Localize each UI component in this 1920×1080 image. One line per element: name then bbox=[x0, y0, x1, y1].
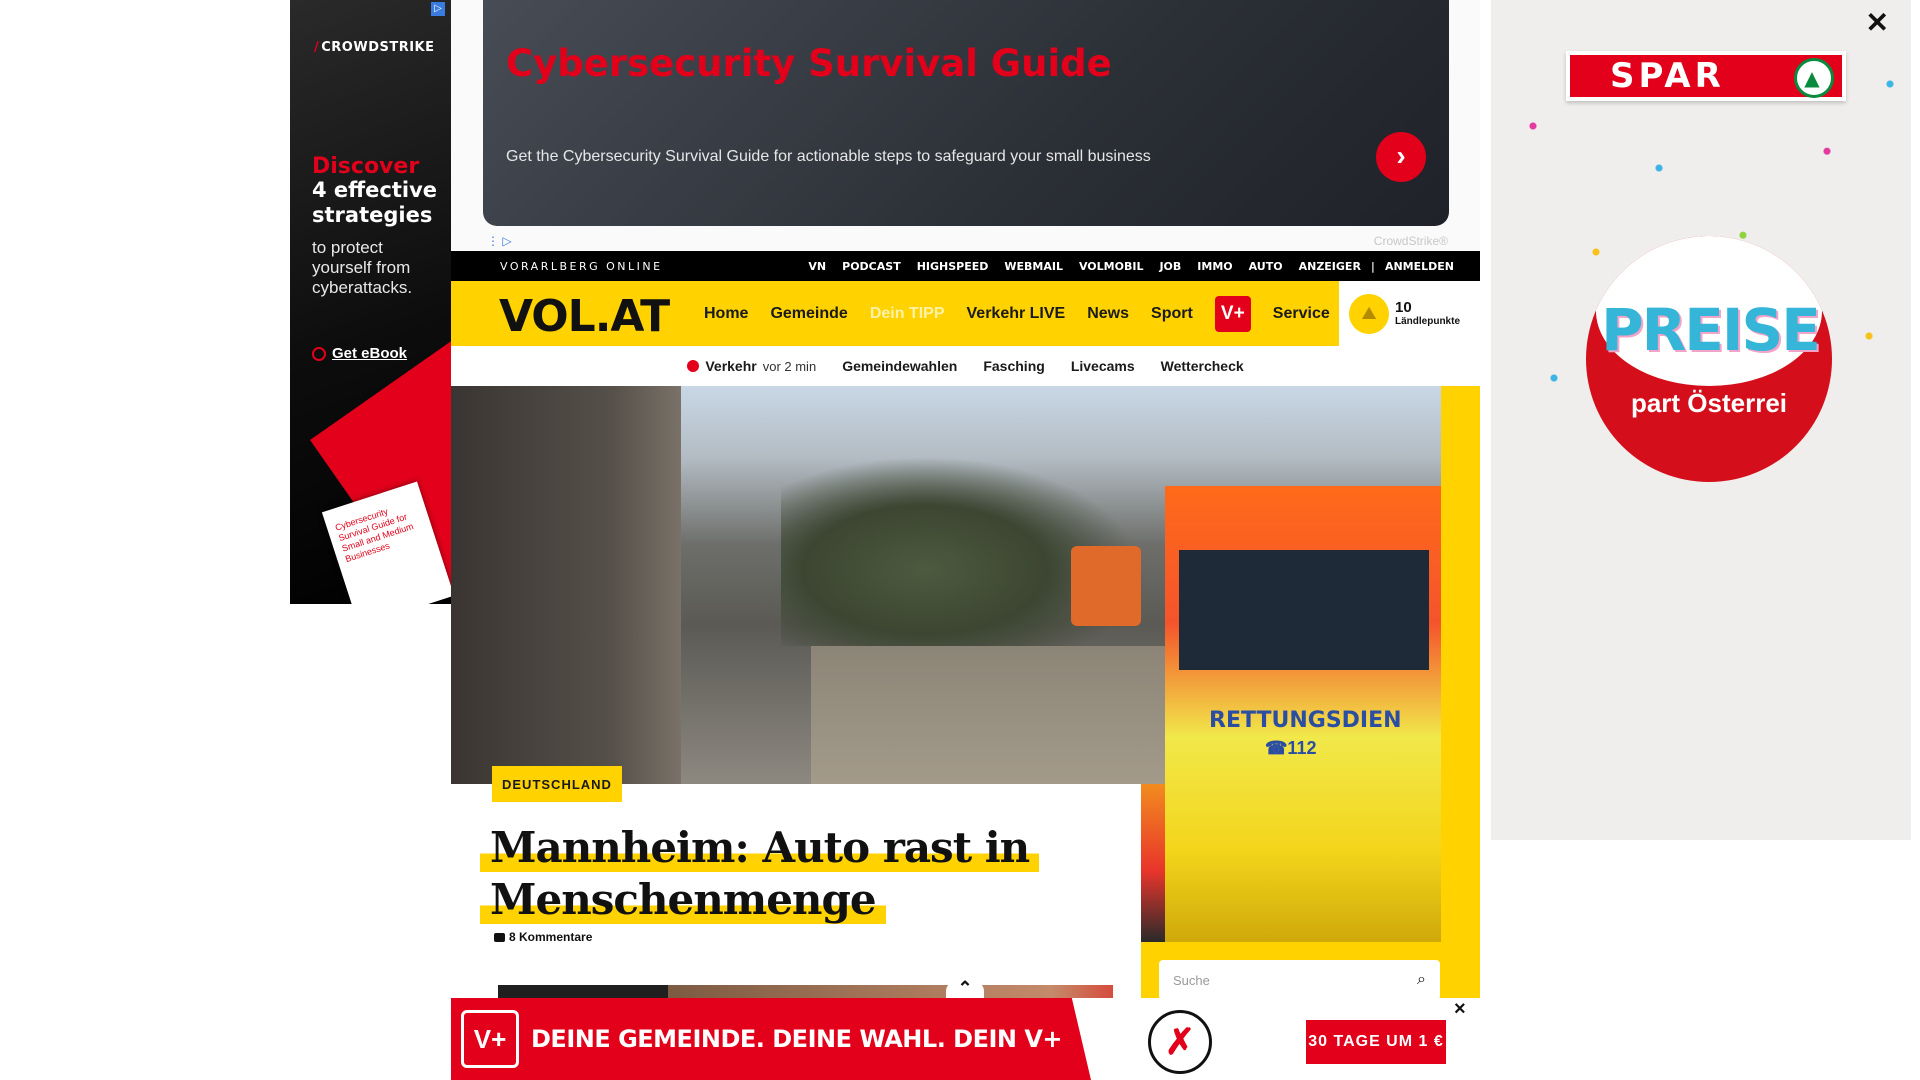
vplus-button[interactable]: V+ bbox=[1214, 295, 1251, 332]
price-disc: PREISE part Österrei bbox=[1586, 236, 1832, 482]
points-value: 10 bbox=[1395, 299, 1412, 316]
nav-home[interactable]: Home bbox=[704, 305, 748, 323]
spar-brand: SPAR bbox=[1610, 56, 1725, 96]
comment-icon bbox=[494, 932, 505, 942]
points-label: Ländlepunkte bbox=[1395, 316, 1461, 327]
close-icon[interactable]: × bbox=[1454, 998, 1466, 1021]
bottom-sticky-ad[interactable]: V+ DEINE GEMEINDE. DEINE WAHL. DEIN V+ ✗… bbox=[451, 998, 1480, 1080]
login-link[interactable]: ANMELDEN bbox=[1385, 260, 1454, 273]
ambulance-number: ☎112 bbox=[1265, 738, 1317, 758]
top-link-webmail[interactable]: WEBMAIL bbox=[1004, 260, 1063, 273]
ad-body: to protect yourself from cyberattacks. bbox=[312, 238, 413, 297]
site-logo[interactable]: VOL.AT bbox=[499, 291, 670, 342]
circle-icon bbox=[312, 346, 326, 361]
live-dot-icon bbox=[687, 360, 700, 372]
crowdstrike-logo: / CROWDSTRIKE bbox=[314, 40, 435, 55]
laendlepunkte-widget[interactable]: ⛰ 10 Ländlepunkte bbox=[1339, 281, 1480, 346]
sub-nav: Verkehr vor 2 min Gemeindewahlen Faschin… bbox=[451, 346, 1480, 386]
nav-verkehr-live[interactable]: Verkehr LIVE bbox=[967, 305, 1066, 323]
ad-title: Cybersecurity Survival Guide bbox=[506, 42, 1112, 85]
headline-line-1: Mannheim: Auto rast in bbox=[480, 823, 1040, 872]
nav-dein-tipp[interactable]: Dein TIPP bbox=[870, 305, 945, 323]
top-link-job[interactable]: JOB bbox=[1159, 260, 1181, 273]
live-label: Verkehr bbox=[705, 358, 757, 374]
left-skyscraper-ad[interactable]: ▷ / CROWDSTRIKE Discover 4 effective stra… bbox=[290, 0, 451, 604]
top-link-volmobil[interactable]: VOLMOBIL bbox=[1079, 260, 1143, 273]
ad-info-icon[interactable]: ⋮ ▷ bbox=[487, 234, 512, 248]
image-tram bbox=[1071, 546, 1141, 626]
top-link-auto[interactable]: AUTO bbox=[1249, 260, 1283, 273]
ad-headline: 4 effective strategies bbox=[312, 178, 438, 227]
comments-count: 8 Kommentare bbox=[509, 930, 593, 944]
ad-advertiser: CrowdStrike® bbox=[1373, 234, 1448, 248]
ad-slogan: DEINE GEMEINDE. DEINE WAHL. DEIN V+ bbox=[531, 1025, 1063, 1053]
article-headline[interactable]: Mannheim: Auto rast in Menschenmenge bbox=[480, 822, 1100, 926]
separator: | bbox=[1370, 259, 1375, 273]
category-tag[interactable]: DEUTSCHLAND bbox=[492, 766, 622, 802]
top-link-anzeiger[interactable]: ANZEIGER bbox=[1299, 260, 1361, 273]
live-time: vor 2 min bbox=[762, 358, 817, 374]
subscribe-button[interactable]: 30 TAGE UM 1 € bbox=[1306, 1020, 1446, 1064]
adchoices-icon[interactable]: ▷ bbox=[431, 2, 445, 16]
image-building bbox=[451, 386, 681, 784]
top-link-vn[interactable]: VN bbox=[808, 260, 826, 273]
subnav-gemeindewahlen[interactable]: Gemeindewahlen bbox=[842, 358, 957, 374]
nav-service[interactable]: Service bbox=[1273, 305, 1330, 323]
chevron-right-icon[interactable]: › bbox=[1376, 132, 1426, 182]
ad-card[interactable]: Cybersecurity Survival Guide Get the Cyb… bbox=[483, 0, 1449, 226]
mountain-icon: ⛰ bbox=[1349, 293, 1389, 334]
nav-gemeinde[interactable]: Gemeinde bbox=[770, 305, 847, 323]
site-brandline: VORARLBERG ONLINE bbox=[500, 260, 663, 273]
subnav-wettercheck[interactable]: Wettercheck bbox=[1161, 358, 1244, 374]
subnav-fasching[interactable]: Fasching bbox=[983, 358, 1044, 374]
spar-logo: SPAR ▲ bbox=[1566, 51, 1846, 101]
main-nav: VOL.AT Home Gemeinde Dein TIPP Verkehr L… bbox=[451, 281, 1480, 346]
right-skyscraper-ad[interactable]: SPAR ▲ PREISE part Österrei ✕ bbox=[1491, 0, 1911, 840]
hero-side-strip bbox=[1441, 386, 1480, 998]
search-input[interactable]: Suche ⌕ bbox=[1159, 960, 1440, 1000]
ambulance-image: RETTUNGSDIEN ☎112 bbox=[1165, 486, 1441, 942]
headline-line-2: Menschenmenge bbox=[480, 875, 886, 924]
comments-link[interactable]: 8 Kommentare bbox=[494, 930, 592, 944]
main-menu: Home Gemeinde Dein TIPP Verkehr LIVE New… bbox=[704, 281, 1330, 346]
ballot-icon: ✗ bbox=[1148, 1010, 1212, 1074]
subnav-livecams[interactable]: Livecams bbox=[1071, 358, 1135, 374]
search-icon[interactable]: ⌕ bbox=[1417, 971, 1426, 989]
nav-sport[interactable]: Sport bbox=[1151, 305, 1193, 323]
live-ticker[interactable]: Verkehr vor 2 min bbox=[687, 358, 816, 374]
ad-description: Get the Cybersecurity Survival Guide for… bbox=[506, 148, 1151, 165]
fir-tree-icon: ▲ bbox=[1794, 58, 1834, 98]
disc-sub: part Österrei bbox=[1630, 388, 1788, 418]
close-icon[interactable]: ✕ bbox=[1866, 6, 1889, 39]
top-banner-ad[interactable]: Cybersecurity Survival Guide Get the Cyb… bbox=[451, 0, 1480, 250]
top-links: VN PODCAST HIGHSPEED WEBMAIL VOLMOBIL JO… bbox=[808, 251, 1454, 281]
top-link-immo[interactable]: IMMO bbox=[1197, 260, 1232, 273]
top-bar: VORARLBERG ONLINE VN PODCAST HIGHSPEED W… bbox=[451, 251, 1480, 281]
top-link-podcast[interactable]: PODCAST bbox=[842, 260, 901, 273]
ambulance-sign: RETTUNGSDIEN bbox=[1209, 708, 1402, 733]
get-ebook-link[interactable]: Get eBook bbox=[312, 345, 407, 362]
nav-news[interactable]: News bbox=[1087, 305, 1129, 323]
vplus-logo: V+ bbox=[461, 1010, 519, 1068]
ambulance-window bbox=[1179, 550, 1429, 670]
ad-headline-red: Discover bbox=[312, 154, 420, 179]
top-link-highspeed[interactable]: HIGHSPEED bbox=[917, 260, 989, 273]
search-placeholder: Suche bbox=[1173, 972, 1210, 988]
disc-word: PREISE bbox=[1601, 296, 1821, 364]
